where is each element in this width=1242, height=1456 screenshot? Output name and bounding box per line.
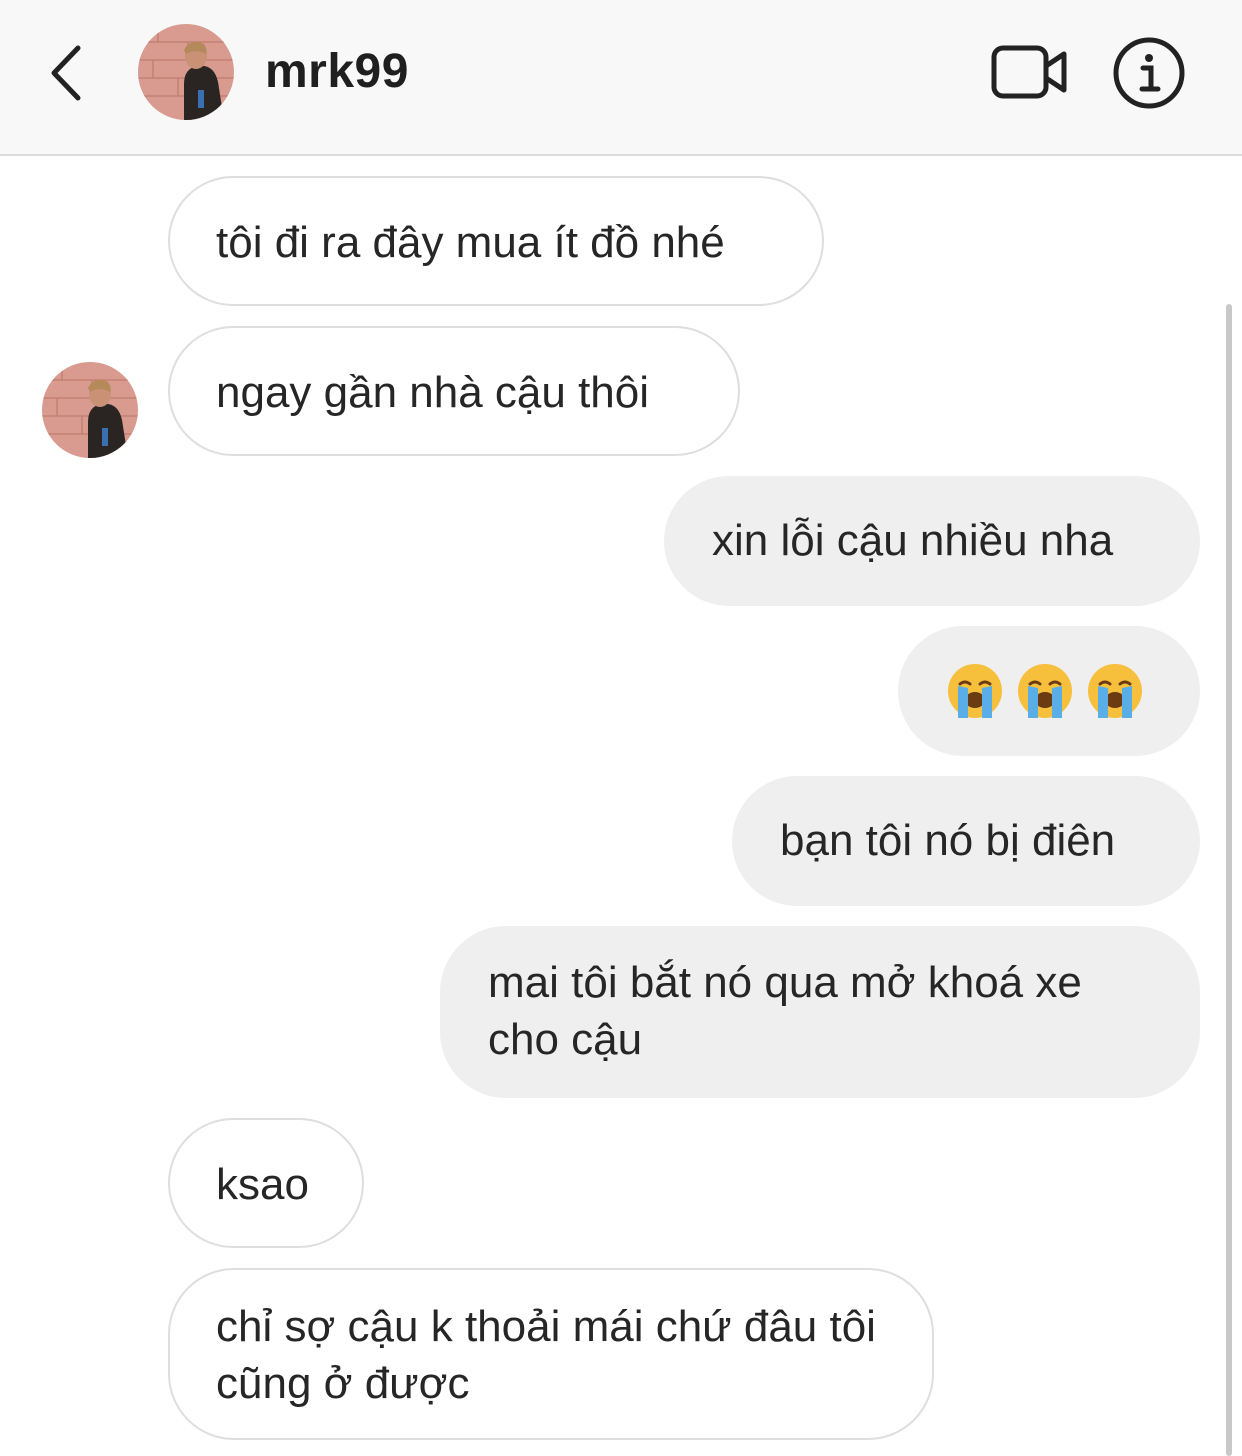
chat-header: mrk99 — [0, 0, 1242, 156]
avatar[interactable] — [138, 24, 234, 120]
message-bubble-incoming[interactable]: tôi đi ra đây mua ít đồ nhé — [168, 176, 824, 306]
sender-avatar[interactable] — [42, 362, 138, 458]
message-bubble-incoming[interactable]: ngay gần nhà cậu thôi — [168, 326, 740, 456]
loudly-crying-face-icon — [948, 664, 1002, 718]
message-bubble-outgoing[interactable] — [898, 626, 1200, 756]
back-button[interactable] — [40, 38, 100, 108]
message-text: chỉ sợ cậu k thoải mái chứ đâu tôi cũng … — [216, 1302, 876, 1408]
message-bubble-outgoing[interactable]: mai tôi bắt nó qua mở khoá xe cho cậu — [440, 926, 1200, 1098]
message-bubble-incoming[interactable]: ksao — [168, 1118, 364, 1248]
video-call-button[interactable] — [990, 40, 1070, 104]
emoji-message — [946, 626, 1152, 756]
scrollbar[interactable] — [1226, 304, 1232, 1456]
message-text: bạn tôi nó bị điên — [780, 816, 1116, 865]
loudly-crying-face-icon — [1018, 664, 1072, 718]
video-camera-icon — [991, 45, 1067, 99]
message-text: ksao — [216, 1160, 309, 1209]
chevron-left-icon — [51, 45, 81, 101]
message-bubble-outgoing[interactable]: xin lỗi cậu nhiều nha — [664, 476, 1200, 606]
info-button[interactable] — [1112, 36, 1186, 110]
message-text: ngay gần nhà cậu thôi — [216, 368, 650, 417]
info-icon — [1113, 37, 1185, 109]
message-bubble-incoming[interactable]: chỉ sợ cậu k thoải mái chứ đâu tôi cũng … — [168, 1268, 934, 1440]
message-text: mai tôi bắt nó qua mở khoá xe cho cậu — [488, 958, 1082, 1064]
message-text: tôi đi ra đây mua ít đồ nhé — [216, 218, 725, 267]
loudly-crying-face-icon — [1088, 664, 1142, 718]
message-text: xin lỗi cậu nhiều nha — [712, 516, 1114, 565]
chat-username[interactable]: mrk99 — [265, 40, 409, 104]
message-bubble-outgoing[interactable]: bạn tôi nó bị điên — [732, 776, 1200, 906]
